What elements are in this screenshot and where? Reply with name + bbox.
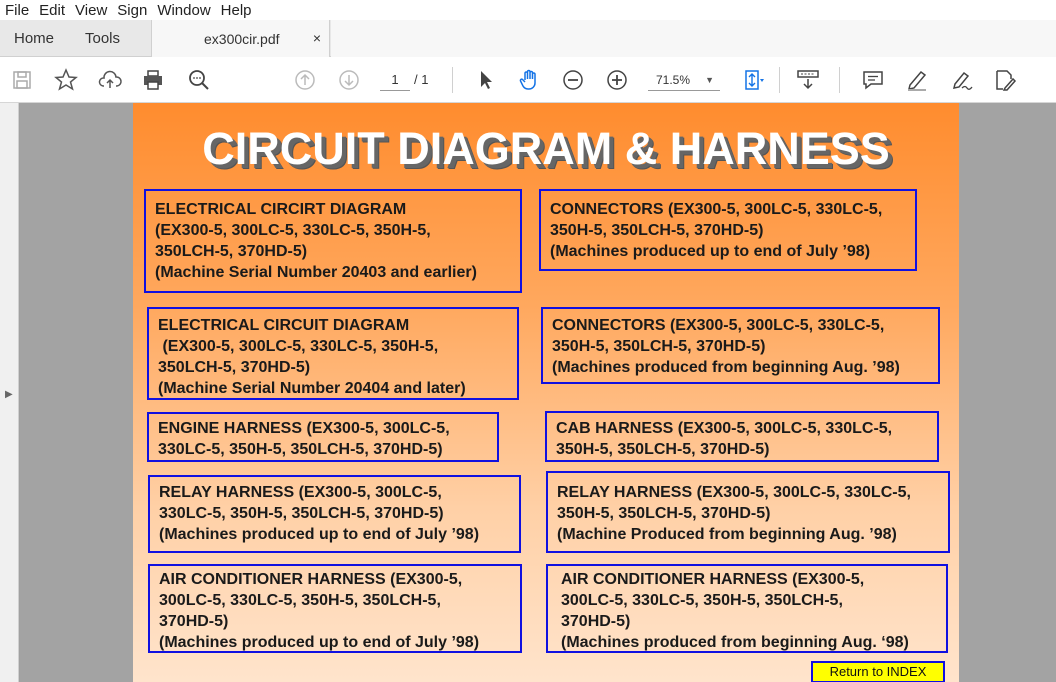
link-text: CONNECTORS (EX300-5, 300LC-5, 330LC-5, 3… (550, 201, 883, 260)
tab-document-label: ex300cir.pdf (204, 30, 280, 47)
hand-icon[interactable] (517, 68, 541, 92)
toolbar-separator (779, 67, 780, 93)
link-aircon-harness-late[interactable]: AIR CONDITIONER HARNESS (EX300-5, 300LC-… (546, 564, 948, 653)
page-number-input[interactable]: 1 (380, 69, 410, 91)
left-panel[interactable]: ▶ (0, 103, 19, 682)
tab-home[interactable]: Home (14, 20, 54, 57)
link-text: AIR CONDITIONER HARNESS (EX300-5, 300LC-… (561, 571, 909, 651)
link-engine-harness[interactable]: ENGINE HARNESS (EX300-5, 300LC-5, 330LC-… (147, 412, 499, 462)
chevron-down-icon: ▼ (705, 75, 714, 85)
upload-icon[interactable] (98, 68, 122, 92)
page-down-icon[interactable] (337, 68, 361, 92)
menu-view[interactable]: View (70, 2, 112, 19)
link-connectors-late[interactable]: CONNECTORS (EX300-5, 300LC-5, 330LC-5, 3… (541, 307, 940, 384)
link-electrical-diagram-late[interactable]: ELECTRICAL CIRCUIT DIAGRAM (EX300-5, 300… (147, 307, 519, 400)
toolbar-separator (839, 67, 840, 93)
tab-tools[interactable]: Tools (85, 20, 120, 57)
edit-pdf-icon[interactable] (993, 68, 1017, 92)
link-text: AIR CONDITIONER HARNESS (EX300-5, 300LC-… (159, 571, 480, 651)
comment-icon[interactable] (861, 68, 885, 92)
menu-edit[interactable]: Edit (34, 2, 70, 19)
menu-help[interactable]: Help (216, 2, 257, 19)
find-icon[interactable] (187, 68, 211, 92)
link-text: RELAY HARNESS (EX300-5, 300LC-5, 330LC-5… (159, 484, 480, 543)
close-icon[interactable]: × (313, 30, 321, 46)
link-electrical-diagram-early[interactable]: ELECTRICAL CIRCIRT DIAGRAM (EX300-5, 300… (144, 189, 522, 293)
link-text: CONNECTORS (EX300-5, 300LC-5, 330LC-5, 3… (552, 317, 900, 376)
menu-sign[interactable]: Sign (112, 2, 152, 19)
link-text: ELECTRICAL CIRCIRT DIAGRAM (EX300-5, 300… (155, 201, 477, 281)
print-icon[interactable] (141, 68, 165, 92)
highlight-icon[interactable] (905, 68, 929, 92)
save-icon[interactable] (10, 68, 34, 92)
sign-icon[interactable] (949, 68, 973, 92)
link-relay-harness-early[interactable]: RELAY HARNESS (EX300-5, 300LC-5, 330LC-5… (148, 475, 521, 553)
pdf-page: CIRCUIT DIAGRAM & HARNESS ELECTRICAL CIR… (133, 103, 959, 682)
zoom-select[interactable]: 71.5% ▼ (648, 69, 720, 91)
toolbar: 1 / 1 71.5% ▼ (0, 57, 1056, 103)
star-icon[interactable] (54, 68, 78, 92)
link-text: ENGINE HARNESS (EX300-5, 300LC-5, 330LC-… (158, 420, 450, 458)
menu-bar: File Edit View Sign Window Help (0, 0, 1056, 20)
page-up-icon[interactable] (293, 68, 317, 92)
tab-bar: Home Tools ex300cir.pdf × (0, 20, 1056, 57)
link-text: ELECTRICAL CIRCUIT DIAGRAM (EX300-5, 300… (158, 317, 466, 397)
zoom-in-icon[interactable] (605, 68, 629, 92)
select-arrow-icon[interactable] (474, 68, 498, 92)
menu-file[interactable]: File (0, 2, 34, 19)
toolbar-separator (452, 67, 453, 93)
fit-page-icon[interactable] (741, 68, 765, 92)
menu-window[interactable]: Window (152, 2, 215, 19)
page-total: / 1 (414, 72, 429, 87)
zoom-out-icon[interactable] (561, 68, 585, 92)
link-aircon-harness-early[interactable]: AIR CONDITIONER HARNESS (EX300-5, 300LC-… (148, 564, 522, 653)
link-relay-harness-late[interactable]: RELAY HARNESS (EX300-5, 300LC-5, 330LC-5… (546, 471, 950, 553)
tab-bar-fill (331, 20, 1056, 57)
page-title: CIRCUIT DIAGRAM & HARNESS (202, 123, 890, 174)
expand-panel-icon[interactable]: ▶ (5, 389, 13, 400)
link-text: CAB HARNESS (EX300-5, 300LC-5, 330LC-5, … (556, 420, 893, 458)
link-text: RELAY HARNESS (EX300-5, 300LC-5, 330LC-5… (557, 484, 911, 543)
link-cab-harness[interactable]: CAB HARNESS (EX300-5, 300LC-5, 330LC-5, … (545, 411, 939, 462)
return-to-index-button[interactable]: Return to INDEX (811, 661, 945, 682)
tab-document[interactable]: ex300cir.pdf × (151, 20, 330, 57)
scroll-mode-icon[interactable] (796, 68, 820, 92)
link-connectors-early[interactable]: CONNECTORS (EX300-5, 300LC-5, 330LC-5, 3… (539, 189, 917, 271)
zoom-value: 71.5% (656, 73, 691, 87)
